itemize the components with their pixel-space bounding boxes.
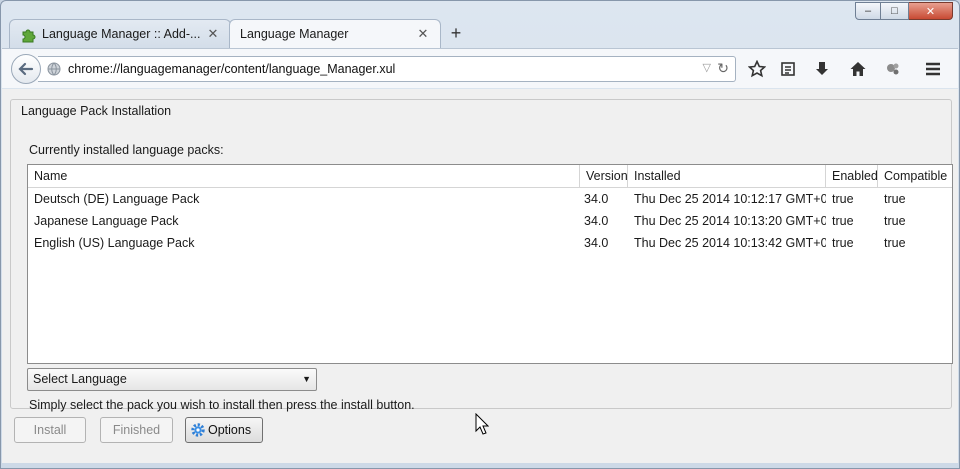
url-dropdown-icon[interactable]: ▽: [703, 61, 711, 74]
minimize-button[interactable]: –: [855, 2, 881, 20]
tab-close-icon[interactable]: ✕: [206, 26, 220, 42]
cell-enabled: true: [832, 236, 854, 250]
cell-installed: Thu Dec 25 2014 10:12:17 GMT+0100: [634, 192, 826, 206]
download-icon[interactable]: [811, 58, 833, 80]
cell-version: 34.0: [584, 192, 609, 206]
options-label: Options: [208, 423, 252, 437]
maximize-icon: □: [891, 5, 898, 17]
install-hint: Simply select the pack you wish to insta…: [29, 398, 415, 412]
dropdown-arrow-icon: ▼: [302, 374, 311, 384]
install-button[interactable]: Install: [14, 417, 86, 443]
column-header-enabled[interactable]: Enabled: [826, 165, 878, 188]
back-arrow-icon: [18, 62, 34, 76]
cell-name: Deutsch (DE) Language Pack: [34, 192, 200, 206]
table-row[interactable]: English (US) Language Pack 34.0 Thu Dec …: [28, 232, 952, 254]
puzzle-piece-icon: [22, 29, 36, 43]
language-pack-table[interactable]: Name Version Installed Enabled Compatibl…: [27, 164, 953, 364]
cell-installed: Thu Dec 25 2014 10:13:20 GMT+0100: [634, 214, 826, 228]
column-header-installed[interactable]: Installed: [628, 165, 826, 188]
new-tab-button[interactable]: +: [441, 19, 471, 48]
close-icon: ✕: [925, 5, 936, 18]
tab-label: Language Manager :: Add-...: [42, 27, 201, 41]
cell-compatible: true: [884, 214, 906, 228]
table-row[interactable]: Deutsch (DE) Language Pack 34.0 Thu Dec …: [28, 188, 952, 210]
cell-version: 34.0: [584, 214, 609, 228]
bookmark-star-icon[interactable]: [746, 58, 768, 80]
reload-icon[interactable]: ↻: [717, 60, 729, 77]
tab-close-icon[interactable]: ✕: [416, 26, 430, 42]
table-header: Name Version Installed Enabled Compatibl…: [28, 165, 952, 188]
back-button[interactable]: [11, 54, 41, 84]
tab-label: Language Manager: [240, 27, 349, 41]
menu-icon[interactable]: [922, 58, 944, 80]
options-button[interactable]: Options: [185, 417, 263, 443]
cell-installed: Thu Dec 25 2014 10:13:42 GMT+0100: [634, 236, 826, 250]
cell-enabled: true: [832, 192, 854, 206]
tab-language-manager[interactable]: Language Manager ✕: [229, 19, 441, 48]
installed-packs-label: Currently installed language packs:: [29, 143, 224, 157]
group-caption: Language Pack Installation: [19, 104, 174, 118]
globe-icon: [47, 62, 61, 76]
navigation-toolbar: chrome://languagemanager/content/languag…: [2, 48, 958, 88]
finished-button[interactable]: Finished: [100, 417, 173, 443]
column-header-compatible[interactable]: Compatible: [878, 165, 952, 188]
url-text: chrome://languagemanager/content/languag…: [68, 62, 396, 76]
language-pack-groupbox: Language Pack Installation Currently ins…: [10, 99, 953, 412]
cell-name: English (US) Language Pack: [34, 236, 195, 250]
cell-compatible: true: [884, 236, 906, 250]
cell-compatible: true: [884, 192, 906, 206]
plus-icon: +: [450, 23, 462, 43]
close-window-button[interactable]: ✕: [909, 2, 953, 20]
select-language-dropdown[interactable]: Select Language ▼: [27, 368, 317, 391]
browser-window: – □ ✕ Language Manager :: Add-... ✕ Lang…: [0, 0, 960, 469]
column-header-version[interactable]: Version: [580, 165, 628, 188]
table-row[interactable]: Japanese Language Pack 34.0 Thu Dec 25 2…: [28, 210, 952, 232]
url-bar[interactable]: chrome://languagemanager/content/languag…: [38, 56, 736, 82]
minimize-icon: –: [864, 5, 872, 17]
window-controls: – □ ✕: [855, 2, 953, 20]
cell-version: 34.0: [584, 236, 609, 250]
reading-list-icon[interactable]: [777, 58, 799, 80]
tab-strip: Language Manager :: Add-... ✕ Language M…: [9, 18, 471, 48]
page-content: Language Pack Installation Currently ins…: [2, 89, 958, 463]
mouse-cursor-icon: [475, 413, 489, 435]
gear-icon: [191, 423, 205, 437]
home-icon[interactable]: [847, 58, 869, 80]
cell-name: Japanese Language Pack: [34, 214, 179, 228]
select-language-value: Select Language: [33, 372, 127, 386]
cell-enabled: true: [832, 214, 854, 228]
addon-icon[interactable]: [882, 58, 904, 80]
column-header-name[interactable]: Name: [28, 165, 580, 188]
maximize-button[interactable]: □: [881, 2, 909, 20]
tab-addons-page[interactable]: Language Manager :: Add-... ✕: [9, 19, 231, 48]
